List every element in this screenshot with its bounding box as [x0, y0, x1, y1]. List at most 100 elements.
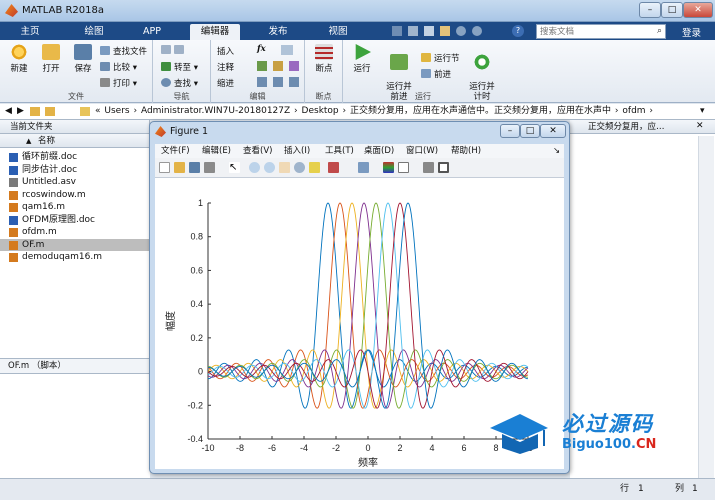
file-list-item[interactable]: OFDM原理图.doc [0, 214, 149, 227]
comment-button[interactable]: 注释 [217, 61, 234, 73]
breadcrumb-sep[interactable]: › [294, 106, 298, 116]
legend-icon[interactable] [398, 162, 409, 173]
up-folder-icon[interactable] [30, 107, 40, 116]
menu-desktop[interactable]: 桌面(D) [364, 144, 394, 158]
comment-percent-icon[interactable] [257, 61, 267, 71]
uncomment-icon[interactable] [273, 61, 283, 71]
minimize-button[interactable]: – [639, 2, 661, 18]
save-button[interactable]: 保存 [70, 44, 96, 74]
tab-home[interactable]: 主页 [8, 24, 52, 40]
file-list-item[interactable]: 同步估计.doc [0, 164, 149, 177]
new-button[interactable]: 新建 [6, 44, 32, 74]
menu-window[interactable]: 窗口(W) [406, 144, 438, 158]
breadcrumb-sep[interactable]: › [343, 106, 347, 116]
dock-icon[interactable]: ↘ [553, 144, 560, 158]
tab-publish[interactable]: 发布 [256, 24, 300, 40]
paste-quick-icon[interactable] [440, 26, 450, 36]
close-button[interactable]: ✕ [683, 2, 713, 18]
undo-quick-icon[interactable] [456, 26, 466, 36]
menu-tools[interactable]: 工具(T) [325, 144, 354, 158]
rotate-3d-icon[interactable] [294, 162, 305, 173]
wrap-icon[interactable] [289, 61, 299, 71]
menu-file[interactable]: 文件(F) [161, 144, 190, 158]
forward-icon[interactable]: ▶ [17, 104, 24, 119]
tab-view[interactable]: 视图 [318, 24, 358, 40]
new-figure-icon[interactable] [159, 162, 170, 173]
compare-button[interactable]: 比较 ▾ [100, 61, 137, 73]
show-plot-tools-icon[interactable] [438, 162, 449, 173]
redo-quick-icon[interactable] [472, 26, 482, 36]
zoom-in-icon[interactable] [249, 162, 260, 173]
print-button[interactable]: 打印 ▾ [100, 77, 137, 89]
breadcrumb-admin[interactable]: Administrator.WIN7U-20180127Z [141, 106, 290, 116]
save-quick-icon[interactable] [392, 26, 402, 36]
open-button[interactable]: 打开 [38, 44, 64, 74]
menu-insert[interactable]: 插入(I) [284, 144, 310, 158]
tab-plots[interactable]: 绘图 [72, 24, 116, 40]
login-button[interactable]: 登录 [682, 25, 701, 39]
brush-icon[interactable] [328, 162, 339, 173]
menu-view[interactable]: 查看(V) [243, 144, 272, 158]
increase-indent-icon[interactable] [273, 77, 283, 87]
decrease-indent-icon[interactable] [289, 77, 299, 87]
goto-button[interactable]: 转至 ▾ [161, 61, 198, 73]
breadcrumb-project[interactable]: 正交频分复用，应用在水声通信中。正交频分复用，应用在水声中 [350, 106, 611, 116]
menu-help[interactable]: 帮助(H) [451, 144, 481, 158]
indent-button[interactable]: 缩进 [217, 77, 234, 89]
breadcrumb-sep[interactable]: › [133, 106, 137, 116]
file-list-item[interactable]: 循环前缀.doc [0, 151, 149, 164]
maximize-button[interactable]: □ [661, 2, 683, 18]
figure-maximize-button[interactable]: □ [520, 124, 540, 138]
file-list-item[interactable]: ofdm.m [0, 226, 149, 239]
smart-indent-icon[interactable] [257, 77, 267, 87]
file-list-item[interactable]: qam16.m [0, 201, 149, 214]
back-forward-buttons[interactable] [161, 45, 187, 56]
file-list-item[interactable]: OF.m [0, 238, 149, 251]
back-icon[interactable]: ◀ [5, 104, 12, 119]
insert-button[interactable]: 插入 [217, 45, 234, 57]
copy-quick-icon[interactable] [424, 26, 434, 36]
tab-apps[interactable]: APP [132, 24, 172, 40]
run-button[interactable]: 运行 [347, 44, 377, 74]
advance-button[interactable]: 前进 [421, 68, 451, 80]
colorbar-icon[interactable] [383, 162, 394, 173]
breadcrumb-more[interactable]: « [95, 106, 101, 116]
breadcrumb-ofdm[interactable]: ofdm [622, 106, 645, 116]
help-quick-icon[interactable]: ? [512, 25, 524, 37]
breadcrumb-users[interactable]: Users [104, 106, 129, 116]
print-figure-icon[interactable] [204, 162, 215, 173]
find-files-button[interactable]: 查找文件 [100, 45, 147, 57]
search-input[interactable] [537, 25, 647, 38]
breakpoint-button[interactable]: 断点 [309, 44, 339, 74]
link-plot-icon[interactable] [358, 162, 369, 173]
save-figure-icon[interactable] [189, 162, 200, 173]
workspace-scrollbar[interactable] [698, 136, 714, 478]
find-button[interactable]: 查找 ▾ [161, 77, 198, 89]
pan-hand-icon[interactable] [279, 162, 290, 173]
name-column-header[interactable]: 名称 ▲ [0, 134, 149, 148]
file-list-item[interactable]: Untitled.asv [0, 176, 149, 189]
breadcrumb-desktop[interactable]: Desktop [302, 106, 339, 116]
cut-quick-icon[interactable] [408, 26, 418, 36]
hide-plot-tools-icon[interactable] [423, 162, 434, 173]
file-list-item[interactable]: rcoswindow.m [0, 189, 149, 202]
workspace-close-icon[interactable]: ✕ [696, 121, 704, 131]
path-dropdown-icon[interactable]: ▾ [700, 104, 705, 119]
breadcrumb-sep[interactable]: › [649, 106, 653, 116]
breadcrumb[interactable]: « Users › Administrator.WIN7U-20180127Z … [95, 104, 675, 119]
edit-plot-arrow-icon[interactable]: ↖ [229, 162, 240, 173]
zoom-out-icon[interactable] [264, 162, 275, 173]
data-cursor-icon[interactable] [309, 162, 320, 173]
figure-close-button[interactable]: ✕ [540, 124, 566, 138]
run-section-button[interactable]: 运行节 [421, 52, 460, 64]
tab-editor[interactable]: 编辑器 [190, 24, 240, 40]
insert-section-icon[interactable] [281, 45, 293, 55]
breadcrumb-sep[interactable]: › [615, 106, 619, 116]
file-list-item[interactable]: demoduqam16.m [0, 251, 149, 264]
fx-button[interactable]: fx [257, 44, 266, 54]
search-box[interactable]: ⌕ [536, 24, 666, 39]
menu-edit[interactable]: 编辑(E) [202, 144, 231, 158]
open-file-icon[interactable] [174, 162, 185, 173]
search-icon[interactable]: ⌕ [657, 26, 662, 36]
figure-minimize-button[interactable]: – [500, 124, 520, 138]
